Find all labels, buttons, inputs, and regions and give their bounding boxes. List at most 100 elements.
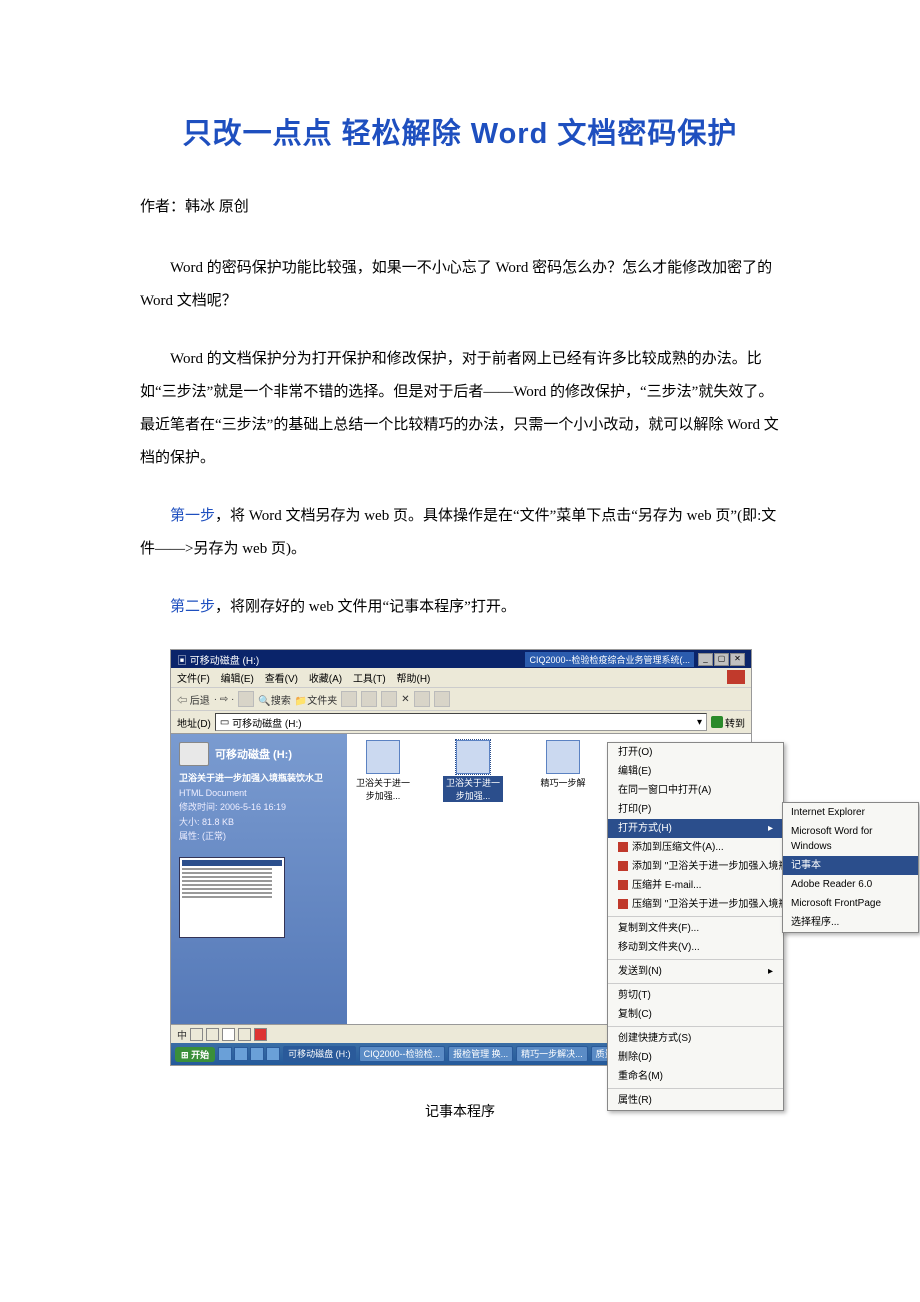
ctx-rename[interactable]: 重命名(M)	[608, 1067, 783, 1086]
taskbar-button[interactable]: CIQ2000--检验检...	[359, 1046, 446, 1062]
taskbar-button[interactable]: 精巧一步解决...	[516, 1046, 588, 1062]
explorer-body: 可移动磁盘 (H:) 卫浴关于进一步加强入境瓶装饮水卫 HTML Documen…	[171, 734, 751, 1024]
search-button[interactable]: 🔍搜索	[258, 692, 290, 707]
menubar: 文件(F) 编辑(E) 查看(V) 收藏(A) 工具(T) 帮助(H)	[171, 668, 751, 688]
menu-help[interactable]: 帮助(H)	[397, 674, 431, 685]
close-button[interactable]: ✕	[730, 653, 745, 666]
menu-edit[interactable]: 编辑(E)	[221, 674, 254, 685]
step2-text: ，将刚存好的 web 文件用“记事本程序”打开。	[215, 599, 516, 615]
ctx-properties[interactable]: 属性(R)	[608, 1091, 783, 1110]
menu-items: 文件(F) 编辑(E) 查看(V) 收藏(A) 工具(T) 帮助(H)	[177, 670, 438, 685]
ctx-print[interactable]: 打印(P)	[608, 800, 783, 819]
ctx-move-to-folder[interactable]: 移动到文件夹(V)...	[608, 938, 783, 957]
window-title-text: ▣ 可移动磁盘 (H:)	[177, 652, 259, 667]
paragraph-intro-1: Word 的密码保护功能比较强，如果一不小心忘了 Word 密码怎么办？怎么才能…	[140, 252, 780, 318]
ctx-delete[interactable]: 删除(D)	[608, 1048, 783, 1067]
ctx-cut[interactable]: 剪切(T)	[608, 986, 783, 1005]
html-file-icon	[546, 740, 580, 774]
chevron-right-icon: ▸	[768, 964, 773, 979]
file-thumbnail	[179, 857, 285, 938]
windows-logo-icon	[727, 670, 745, 684]
submenu-frontpage[interactable]: Microsoft FrontPage	[783, 894, 918, 913]
up-icon[interactable]	[238, 691, 254, 707]
ql-icon[interactable]	[266, 1047, 280, 1061]
ql-icon[interactable]	[234, 1047, 248, 1061]
submenu-notepad[interactable]: 记事本	[783, 856, 918, 875]
ctx-add-rar[interactable]: 添加到 "卫浴关于进一步加强入境瓶装饮水卫.rar"(T)	[608, 857, 783, 876]
article-title: 只改一点点 轻松解除 Word 文档密码保护	[140, 110, 780, 152]
go-icon	[711, 716, 723, 728]
ime-icon[interactable]	[254, 1028, 267, 1041]
address-label: 地址(D)	[177, 715, 211, 730]
address-input[interactable]: ▭ 可移动磁盘 (H:) ▾	[215, 713, 707, 731]
delete-icon[interactable]: ✕	[401, 694, 409, 705]
ctx-send-to[interactable]: 发送到(N)▸	[608, 962, 783, 981]
menu-view[interactable]: 查看(V)	[265, 674, 298, 685]
ime-icon[interactable]	[206, 1028, 219, 1041]
selected-file-name: 卫浴关于进一步加强入境瓶装饮水卫	[179, 772, 339, 785]
ime-indicator[interactable]: 中	[177, 1027, 187, 1042]
submenu-choose[interactable]: 选择程序...	[783, 913, 918, 932]
history-icon[interactable]	[341, 691, 357, 707]
ctx-open-same-window[interactable]: 在同一窗口中打开(A)	[608, 781, 783, 800]
article-author: 作者：韩冰 原创	[140, 192, 780, 222]
ctx-open-with[interactable]: 打开方式(H)▸	[608, 819, 783, 838]
maximize-button[interactable]: ▢	[714, 653, 729, 666]
titlebar-right: CIQ2000--检验检疫综合业务管理系统(... _ ▢ ✕	[525, 652, 745, 667]
file-size: 大小: 81.8 KB	[179, 816, 339, 829]
undo-icon[interactable]	[414, 691, 430, 707]
ql-icon[interactable]	[250, 1047, 264, 1061]
file-item-selected[interactable]: 卫浴关于进一步加强...	[443, 740, 503, 802]
open-with-submenu: Internet Explorer Microsoft Word for Win…	[782, 802, 919, 933]
titlebar: ▣ 可移动磁盘 (H:) CIQ2000--检验检疫综合业务管理系统(... _…	[171, 650, 751, 668]
files-pane: 卫浴关于进一步加强... 卫浴关于进一步加强... 精巧一步解 打开(O) 编辑…	[347, 734, 751, 1024]
folders-button[interactable]: 📁文件夹	[295, 692, 337, 707]
chevron-right-icon: ▸	[768, 821, 773, 836]
side-panel-title: 可移动磁盘 (H:)	[215, 746, 292, 762]
taskbar-button[interactable]: 可移动磁盘 (H:)	[283, 1046, 356, 1062]
ctx-copy[interactable]: 复制(C)	[608, 1005, 783, 1024]
ctx-rar-email[interactable]: 压缩到 "卫浴关于进一步加强入境瓶装饮水卫.rar" 并 E-mail	[608, 895, 783, 914]
taskbar-button[interactable]: 报检管理 换...	[448, 1046, 513, 1062]
ctx-shortcut[interactable]: 创建快捷方式(S)	[608, 1029, 783, 1048]
step1-text: ，将 Word 文档另存为 web 页。具体操作是在“文件”菜单下点击“另存为 …	[140, 508, 776, 557]
dropdown-icon[interactable]: ▾	[697, 717, 702, 728]
ime-icon[interactable]	[238, 1028, 251, 1041]
forward-button[interactable]: · ⇨ ·	[214, 694, 235, 705]
copy-to-icon[interactable]	[381, 691, 397, 707]
back-button[interactable]: ⇦ 后退	[177, 692, 210, 707]
file-item[interactable]: 精巧一步解	[533, 740, 593, 789]
menu-tools[interactable]: 工具(T)	[353, 674, 386, 685]
menu-favorites[interactable]: 收藏(A)	[309, 674, 342, 685]
file-modified: 修改时间: 2006-5-16 16:19	[179, 801, 339, 814]
step1-label: 第一步	[170, 508, 215, 524]
ctx-copy-to-folder[interactable]: 复制到文件夹(F)...	[608, 919, 783, 938]
background-app-title: CIQ2000--检验检疫综合业务管理系统(...	[525, 652, 694, 667]
ctx-edit[interactable]: 编辑(E)	[608, 762, 783, 781]
minimize-button[interactable]: _	[698, 653, 713, 666]
ql-icon[interactable]	[218, 1047, 232, 1061]
views-icon[interactable]	[434, 691, 450, 707]
context-menu: 打开(O) 编辑(E) 在同一窗口中打开(A) 打印(P) 打开方式(H)▸ 添…	[607, 742, 784, 1111]
side-panel: 可移动磁盘 (H:) 卫浴关于进一步加强入境瓶装饮水卫 HTML Documen…	[171, 734, 347, 1024]
file-type: HTML Document	[179, 787, 339, 800]
file-attributes: 属性: (正常)	[179, 830, 339, 843]
submenu-ie[interactable]: Internet Explorer	[783, 803, 918, 822]
submenu-word[interactable]: Microsoft Word for Windows	[783, 822, 918, 856]
paragraph-step-1: 第一步，将 Word 文档另存为 web 页。具体操作是在“文件”菜单下点击“另…	[140, 500, 780, 566]
ime-icon[interactable]	[190, 1028, 203, 1041]
ime-icon[interactable]	[222, 1028, 235, 1041]
move-to-icon[interactable]	[361, 691, 377, 707]
ctx-add-archive[interactable]: 添加到压缩文件(A)...	[608, 838, 783, 857]
file-item[interactable]: 卫浴关于进一步加强...	[353, 740, 413, 802]
start-button[interactable]: ⊞ 开始	[175, 1047, 215, 1062]
screenshot-window: ▣ 可移动磁盘 (H:) CIQ2000--检验检疫综合业务管理系统(... _…	[170, 649, 752, 1066]
ctx-open[interactable]: 打开(O)	[608, 743, 783, 762]
menu-file[interactable]: 文件(F)	[177, 674, 210, 685]
submenu-adobe[interactable]: Adobe Reader 6.0	[783, 875, 918, 894]
figure-screenshot: ▣ 可移动磁盘 (H:) CIQ2000--检验检疫综合业务管理系统(... _…	[170, 649, 750, 1121]
go-button[interactable]: 转到	[711, 715, 745, 730]
drive-icon	[179, 742, 209, 766]
windows-icon: ⊞	[181, 1050, 189, 1060]
ctx-zip-email[interactable]: 压缩并 E-mail...	[608, 876, 783, 895]
